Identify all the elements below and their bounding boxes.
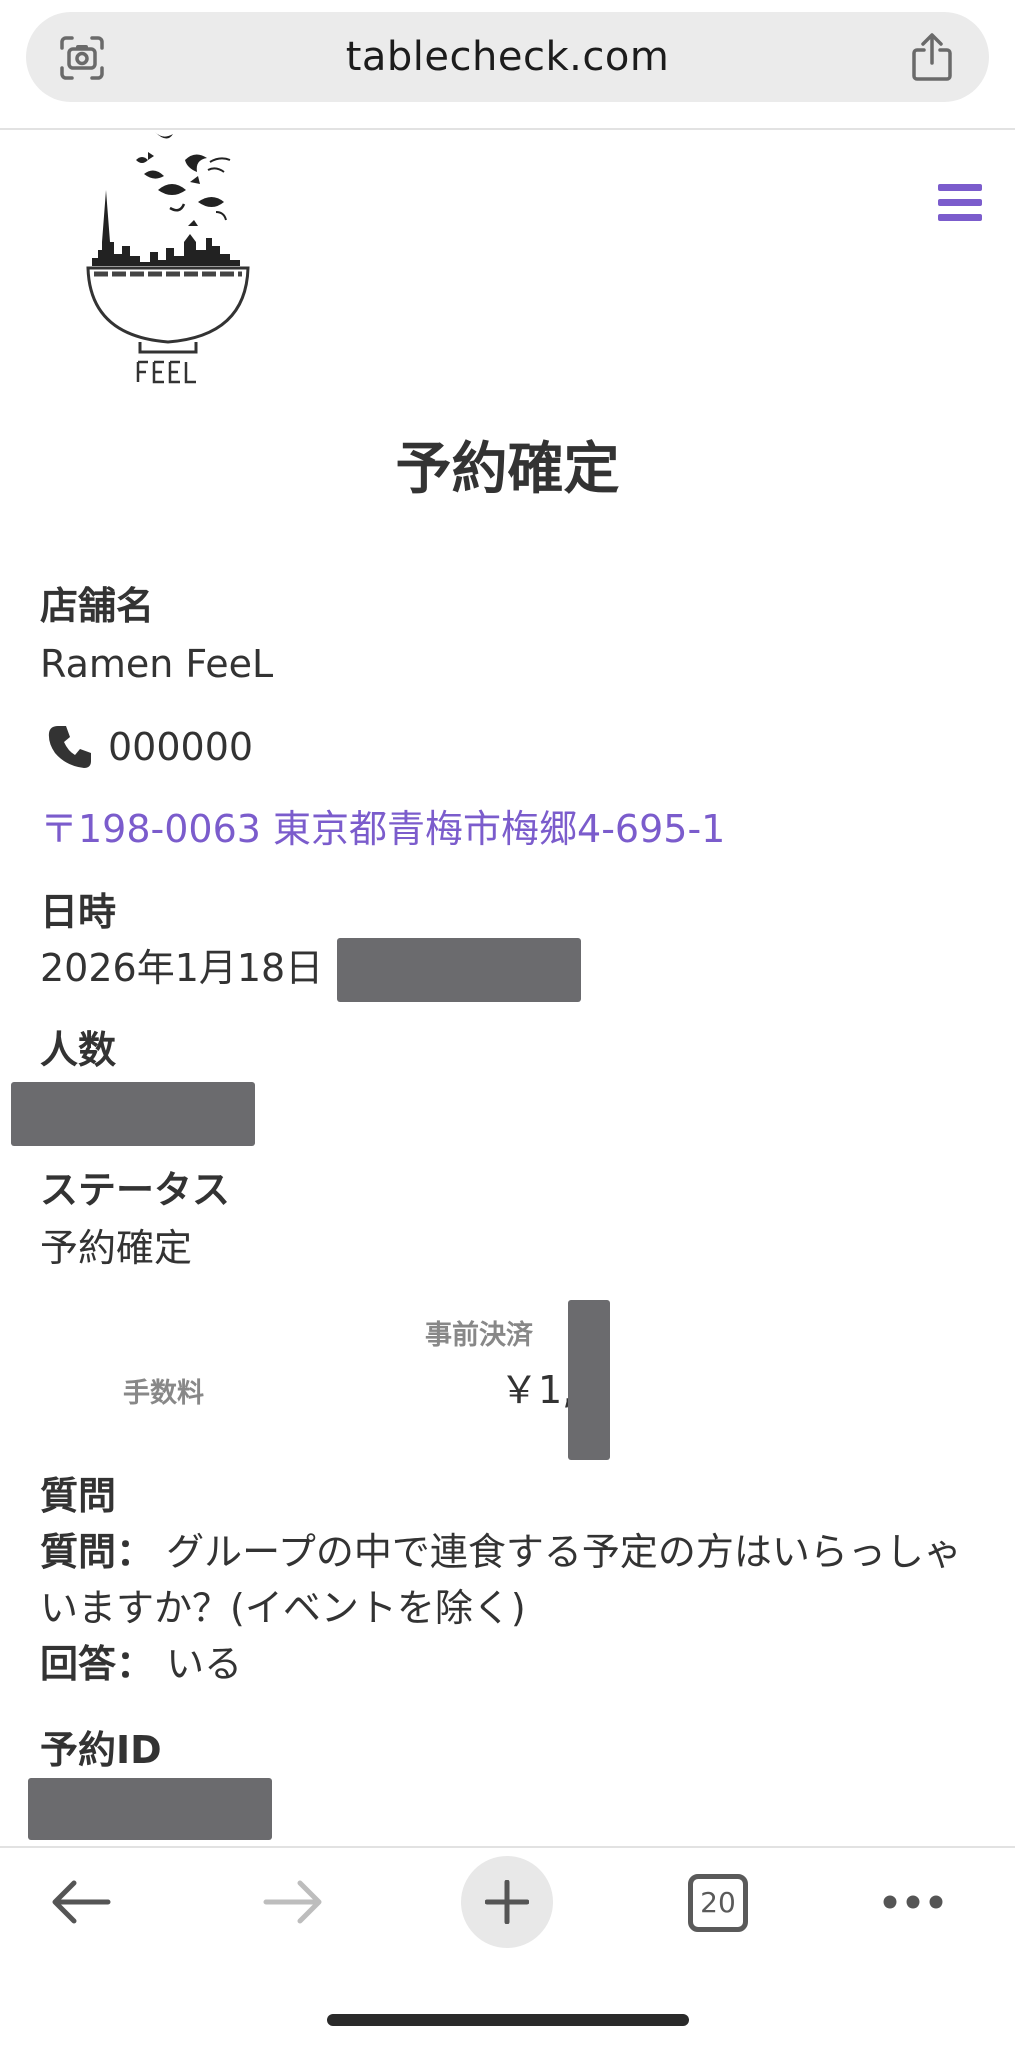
tab-count-icon[interactable]: 20	[688, 1874, 748, 1932]
forward-arrow-icon[interactable]	[262, 1878, 324, 1926]
reservation-id-label: 予約ID	[40, 1728, 162, 1772]
answer-prefix: 回答：	[40, 1642, 155, 1686]
phone-number[interactable]: 000000	[108, 725, 253, 769]
status-label: ステータス	[40, 1168, 231, 1212]
prepaid-label: 事前決済	[425, 1320, 533, 1351]
redacted-amount	[568, 1300, 610, 1460]
page-title: 予約確定	[395, 437, 620, 502]
fee-label: 手数料	[123, 1378, 204, 1409]
new-tab-button[interactable]	[461, 1856, 553, 1948]
party-size-label: 人数	[40, 1028, 117, 1072]
shop-name: Ramen FeeL	[40, 642, 274, 686]
share-icon[interactable]	[909, 32, 955, 82]
more-dots-icon[interactable]	[882, 1894, 944, 1910]
back-arrow-icon[interactable]	[50, 1878, 112, 1926]
answer-text: いる	[154, 1642, 243, 1686]
phone-icon	[48, 726, 91, 768]
page: tablecheck.com 予約確定 店舗名 Ramen FeeL 00000…	[0, 0, 1015, 2048]
reservation-date: 2026年1月18日	[40, 946, 324, 990]
question-row: 質問： グループの中で連食する予定の方はいらっしゃいますか？(イベントを除く)	[40, 1524, 980, 1636]
questions-label: 質問	[40, 1474, 117, 1518]
phone-row[interactable]: 000000	[46, 718, 253, 776]
question-prefix: 質問：	[40, 1530, 155, 1574]
url-text[interactable]: tablecheck.com	[26, 12, 989, 102]
question-answer-block: 質問： グループの中で連食する予定の方はいらっしゃいますか？(イベントを除く) …	[40, 1524, 980, 1692]
redacted-time	[337, 938, 581, 1002]
address-link[interactable]: 〒198-0063 東京都青梅市梅郷4-695-1	[40, 800, 725, 858]
datetime-label: 日時	[40, 890, 117, 934]
redacted-party-size	[11, 1082, 255, 1146]
restaurant-logo	[86, 132, 250, 384]
home-indicator	[327, 2014, 689, 2026]
question-text: グループの中で連食する予定の方はいらっしゃいますか？(イベントを除く)	[40, 1530, 962, 1630]
status-value: 予約確定	[40, 1226, 193, 1270]
shop-name-label: 店舗名	[40, 584, 155, 628]
plus-icon	[485, 1880, 529, 1924]
hamburger-menu-icon[interactable]	[938, 184, 982, 222]
address-bar[interactable]: tablecheck.com	[26, 12, 989, 102]
answer-row: 回答： いる	[40, 1636, 980, 1692]
redacted-reservation-id	[28, 1778, 272, 1840]
